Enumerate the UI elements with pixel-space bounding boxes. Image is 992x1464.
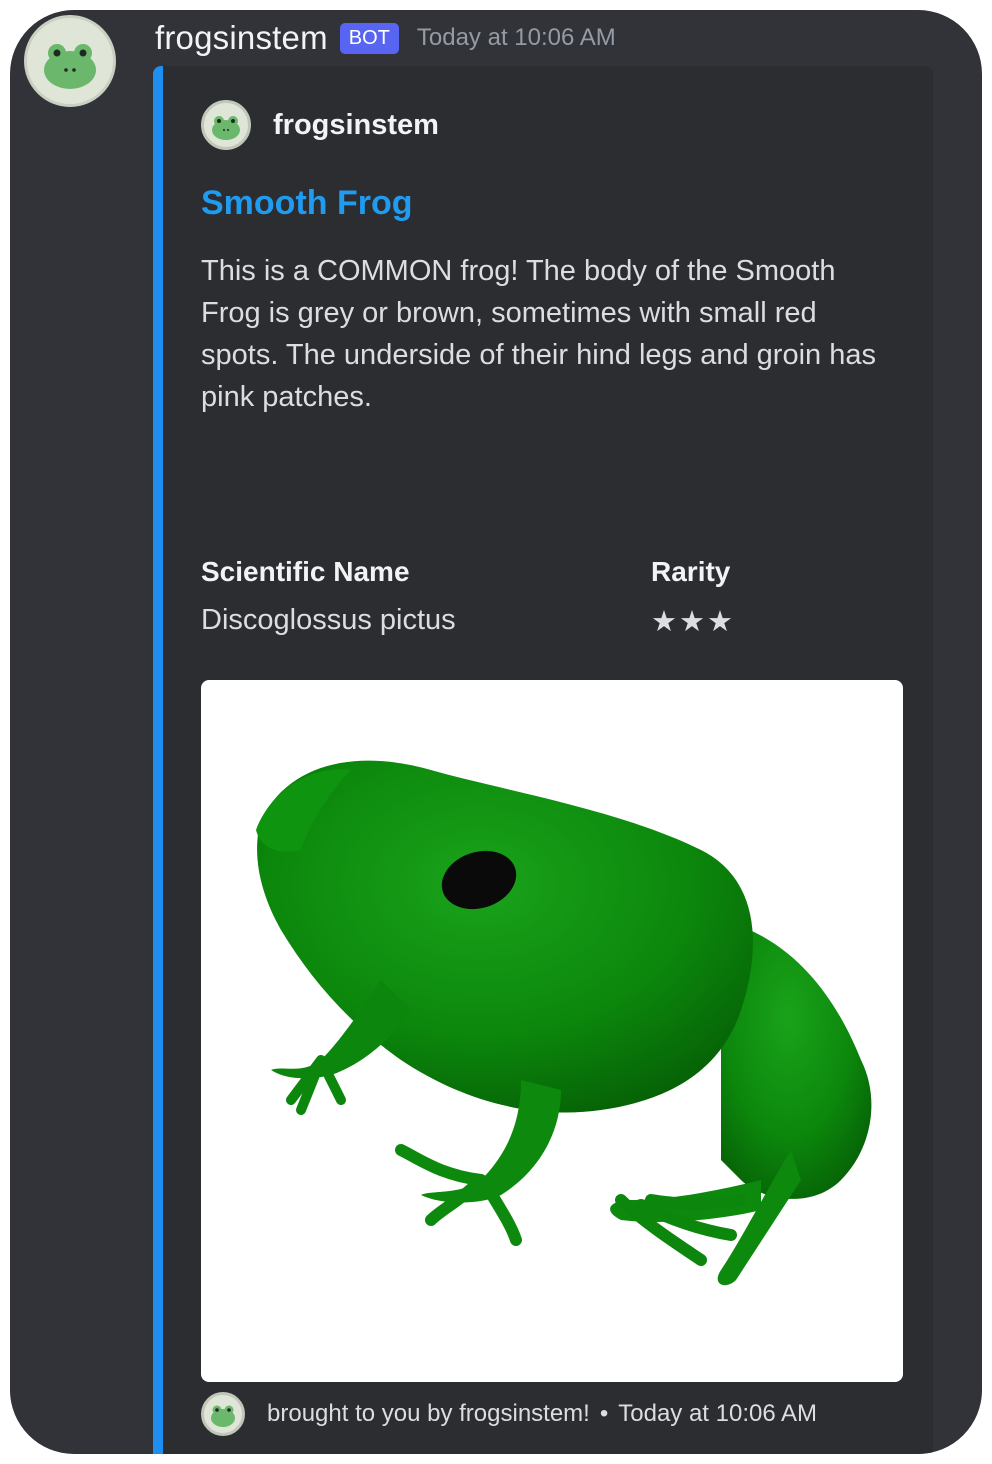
- rarity-stars: ★★★: [651, 606, 735, 638]
- frog-face-icon: [44, 44, 96, 89]
- embed-description: This is a COMMON frog! The body of the S…: [201, 255, 876, 413]
- avatar[interactable]: [24, 15, 116, 107]
- field-value-scientific: Discoglossus pictus: [201, 604, 456, 636]
- message-timestamp[interactable]: Today at 10:06 AM: [417, 24, 616, 52]
- footer-timestamp: Today at 10:06 AM: [618, 1400, 818, 1427]
- embed-image[interactable]: [201, 680, 903, 1382]
- embed-footer: brought to you by frogsinstem! • Today a…: [201, 1392, 817, 1436]
- field-name-scientific: Scientific Name: [201, 556, 410, 587]
- message-header: frogsinstem BOT Today at 10:06 AM: [155, 16, 616, 60]
- embed-title[interactable]: Smooth Frog: [201, 184, 413, 223]
- field-name-rarity: Rarity: [651, 556, 731, 587]
- frog-face-icon: [201, 100, 251, 150]
- embed: frogsinstem Smooth Frog This is a COMMON…: [153, 66, 933, 1454]
- footer-text: brought to you by frogsinstem!: [267, 1400, 590, 1427]
- embed-author: frogsinstem: [201, 100, 439, 150]
- frog-image: [256, 760, 872, 1286]
- footer-separator: •: [599, 1400, 609, 1427]
- bot-badge: BOT: [339, 22, 399, 54]
- discord-message: frogsinstem BOT Today at 10:06 AM frogsi…: [10, 10, 982, 1454]
- embed-author-name[interactable]: frogsinstem: [273, 109, 439, 142]
- frog-face-icon: [201, 1392, 245, 1436]
- username[interactable]: frogsinstem: [155, 19, 328, 57]
